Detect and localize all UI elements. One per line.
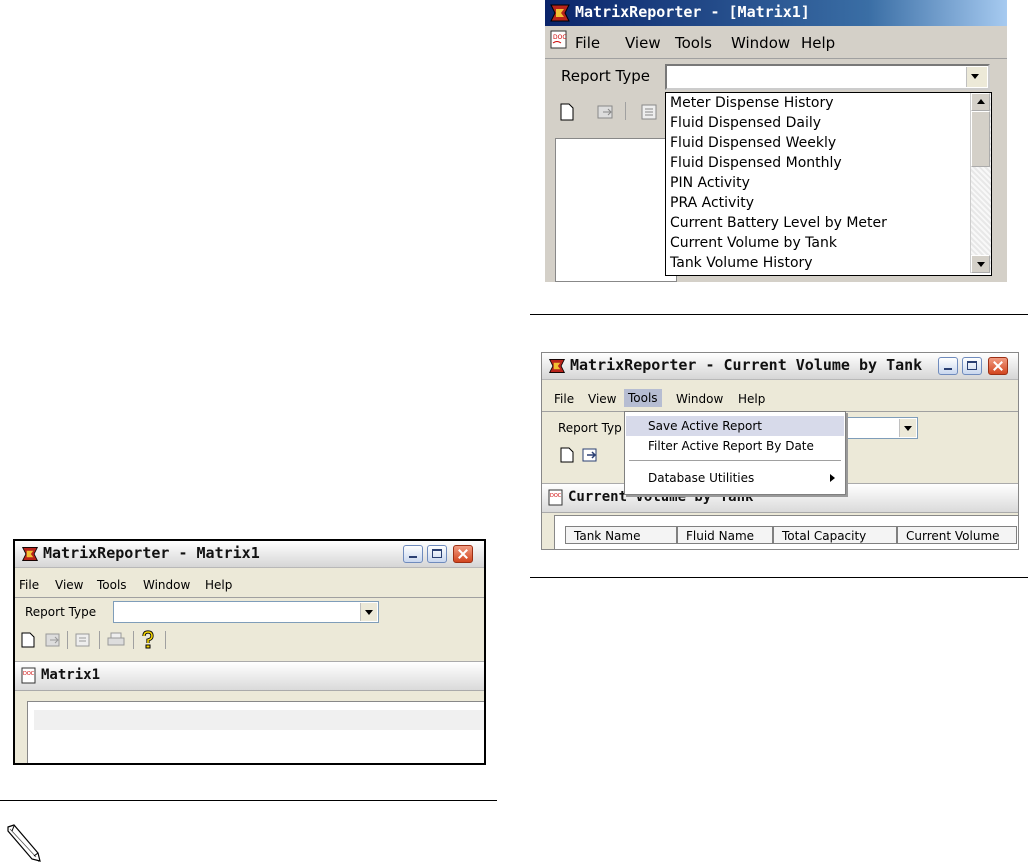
list-item[interactable]: PIN Activity [670,173,750,193]
toolbar [15,627,484,653]
svg-text:DOC: DOC [553,34,567,41]
menu-bar: File View Tools Window Help [15,575,484,595]
close-button[interactable] [988,357,1008,375]
menu-window[interactable]: Window [674,390,729,406]
matrix-window-empty: MatrixReporter - Matrix1 File View Tools… [13,539,486,765]
combo-arrow-icon[interactable] [966,67,987,87]
tools-menu: Save Active Report Filter Active Report … [624,411,846,495]
matrix-window-tools-menu: MatrixReporter - Current Volume by Tank … [541,352,1019,550]
close-button[interactable] [453,545,473,563]
document-area [555,138,677,282]
print-icon[interactable] [107,632,125,648]
combo-arrow-icon[interactable] [360,603,377,621]
list-item[interactable]: Meter Dispense History [670,93,834,113]
combo-arrow-icon[interactable] [899,419,916,437]
menu-file[interactable]: File [552,390,580,406]
list-item[interactable]: Current Battery Level by Meter [670,213,887,233]
export-icon[interactable] [597,104,615,120]
report-type-combo[interactable] [113,601,379,623]
menu-file[interactable]: File [17,576,45,592]
report-type-label: Report Type [561,67,650,85]
svg-text:DOC: DOC [23,671,35,677]
scroll-thumb[interactable] [971,111,990,167]
submenu-arrow-icon [830,474,835,482]
menu-help[interactable]: Help [799,32,841,52]
title-bar: MatrixReporter - Current Volume by Tank [542,353,1018,380]
report-type-combo[interactable] [665,64,990,90]
menu-window[interactable]: Window [141,576,196,592]
divider [530,314,1028,315]
title-bar: MatrixReporter - [Matrix1] [545,0,1007,26]
new-document-icon[interactable] [560,447,574,463]
menu-item-save-active-report[interactable]: Save Active Report [626,416,844,436]
menu-tools[interactable]: Tools [95,576,133,592]
scroll-up-icon[interactable] [971,93,990,111]
document-pane-title: DOC Matrix1 [15,661,484,691]
document-icon: DOC [550,30,567,49]
minimize-button[interactable] [403,545,423,563]
menu-help[interactable]: Help [736,390,771,406]
document-icon: DOC [21,667,36,684]
window-title: MatrixReporter - Current Volume by Tank [570,356,923,374]
column-header-total-capacity[interactable]: Total Capacity [773,526,897,544]
list-item[interactable]: Current Volume by Tank [670,233,837,253]
menu-tools[interactable]: Tools [673,32,718,52]
svg-text:DOC: DOC [550,493,562,499]
column-header-fluid-name[interactable]: Fluid Name [677,526,773,544]
report-type-label: Report Type [25,605,97,619]
report-view-icon[interactable] [641,104,657,120]
menu-separator [629,460,841,461]
pencil-note-icon [7,824,41,862]
report-type-label: Report Typ [558,421,622,435]
menu-file[interactable]: File [573,32,606,52]
window-title: MatrixReporter - Matrix1 [43,544,260,562]
column-header-tank-name[interactable]: Tank Name [565,526,677,544]
maximize-button[interactable] [962,357,982,375]
scroll-down-icon[interactable] [971,255,990,273]
menu-bar: File View Tools Window Help [542,389,1018,409]
app-logo-icon [21,547,39,561]
export-icon[interactable] [45,633,61,647]
list-item[interactable]: Tank Volume History [670,253,813,273]
menu-item-database-utilities[interactable]: Database Utilities [626,468,844,488]
menu-window[interactable]: Window [729,32,796,52]
maximize-button[interactable] [427,545,447,563]
dropdown-scrollbar[interactable] [970,93,991,273]
matrix-window-dropdown: MatrixReporter - [Matrix1] DOC File View… [545,0,1007,282]
app-logo-icon [548,359,566,373]
minimize-button[interactable] [938,357,958,375]
document-area [27,701,484,763]
question-mark-icon[interactable] [141,630,155,650]
menu-bar: DOC File View Tools Window Help [545,30,1007,52]
menu-help[interactable]: Help [203,576,238,592]
menu-view[interactable]: View [53,576,89,592]
menu-tools[interactable]: Tools [624,389,662,407]
column-header-current-volume[interactable]: Current Volume [897,526,1017,544]
app-logo-icon [550,4,570,22]
report-view-icon[interactable] [75,633,91,647]
document-title: Matrix1 [41,667,101,683]
menu-item-filter-by-date[interactable]: Filter Active Report By Date [626,436,844,456]
divider [0,800,497,801]
divider [530,577,1028,578]
title-bar: MatrixReporter - Matrix1 [15,541,484,568]
list-item[interactable]: PRA Activity [670,193,754,213]
document-icon: DOC [548,489,563,506]
window-title: MatrixReporter - [Matrix1] [575,3,810,21]
list-item[interactable]: Fluid Dispensed Monthly [670,153,842,173]
list-item[interactable]: Fluid Dispensed Weekly [670,133,836,153]
new-document-icon[interactable] [559,103,575,121]
menu-view[interactable]: View [586,390,622,406]
report-grid: Tank Name Fluid Name Total Capacity Curr… [554,515,1018,549]
report-type-dropdown-list[interactable]: Meter Dispense History Fluid Dispensed D… [665,92,992,276]
menu-view[interactable]: View [623,32,667,52]
list-item[interactable]: Fluid Dispensed Daily [670,113,821,133]
export-icon[interactable] [582,448,598,462]
new-document-icon[interactable] [21,632,35,648]
